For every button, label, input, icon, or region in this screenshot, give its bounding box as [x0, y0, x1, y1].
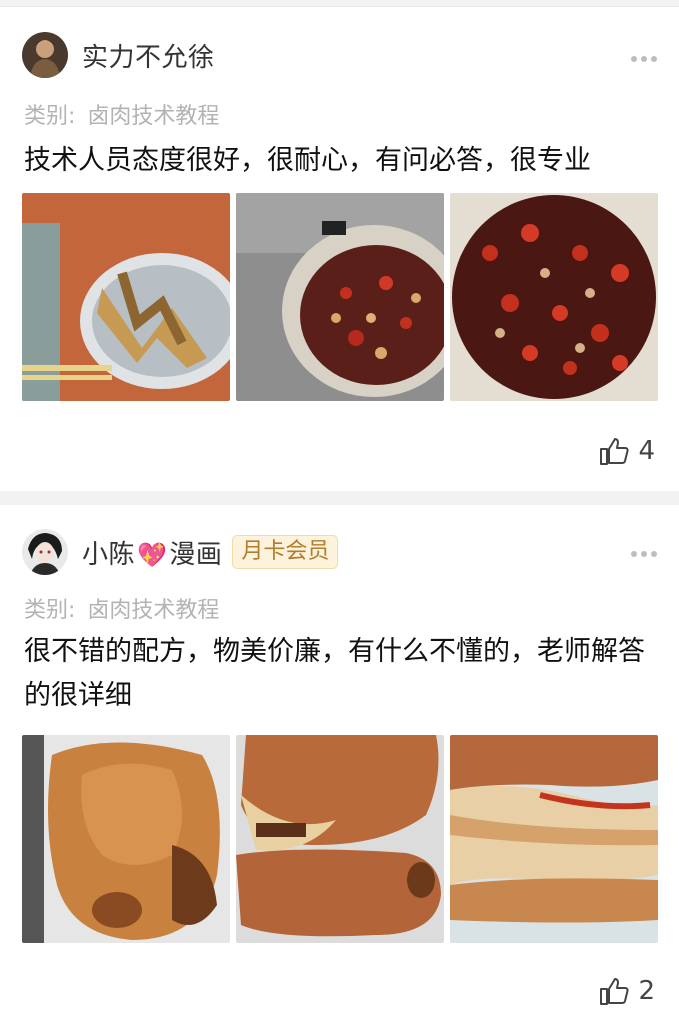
heart-icon: 💖 [137, 540, 168, 569]
review-header: 小陈💖漫画 月卡会员 [22, 529, 339, 575]
top-divider [0, 0, 679, 7]
category-line: 类别: 卤肉技术教程 [24, 98, 219, 130]
review-photo[interactable] [450, 193, 658, 401]
review-card: 小陈💖漫画 月卡会员 类别: 卤肉技术教程 很不错的配方，物美价廉，有什么不懂的，… [0, 505, 679, 1025]
category-label: 类别: [24, 598, 76, 623]
review-photo[interactable] [22, 193, 230, 401]
review-text: 很不错的配方，物美价廉，有什么不懂的，老师解答的很详细 [24, 636, 645, 711]
review-images [22, 193, 658, 401]
card-separator [0, 491, 679, 505]
review-card: 实力不允徐 类别: 卤肉技术教程 技术人员态度很好，很耐心，有问必答，很专业 4 [0, 7, 679, 491]
thumbs-up-icon [598, 975, 630, 1007]
category-value: 卤肉技术教程 [87, 104, 220, 129]
category-value: 卤肉技术教程 [87, 598, 220, 623]
review-photo[interactable] [236, 193, 444, 401]
like-button[interactable]: 4 [598, 435, 655, 467]
category-line: 类别: 卤肉技术教程 [24, 592, 219, 624]
like-button[interactable]: 2 [598, 975, 655, 1007]
username-part1: 小陈 [82, 539, 136, 570]
more-dots-icon[interactable] [631, 55, 657, 63]
review-images [22, 735, 658, 943]
like-count: 2 [638, 976, 655, 1006]
username[interactable]: 实力不允徐 [82, 37, 215, 74]
member-badge: 月卡会员 [232, 535, 339, 569]
review-header: 实力不允徐 [22, 32, 215, 78]
review-photo[interactable] [450, 735, 658, 943]
review-photo[interactable] [22, 735, 230, 943]
username-part2: 漫画 [169, 539, 223, 570]
like-count: 4 [638, 436, 655, 466]
avatar[interactable] [22, 32, 68, 78]
more-dots-icon[interactable] [631, 550, 657, 558]
category-label: 类别: [24, 104, 76, 129]
avatar[interactable] [22, 529, 68, 575]
review-photo[interactable] [236, 735, 444, 943]
review-text: 技术人员态度很好，很耐心，有问必答，很专业 [24, 145, 591, 176]
thumbs-up-icon [598, 435, 630, 467]
username[interactable]: 小陈💖漫画 [82, 534, 222, 571]
